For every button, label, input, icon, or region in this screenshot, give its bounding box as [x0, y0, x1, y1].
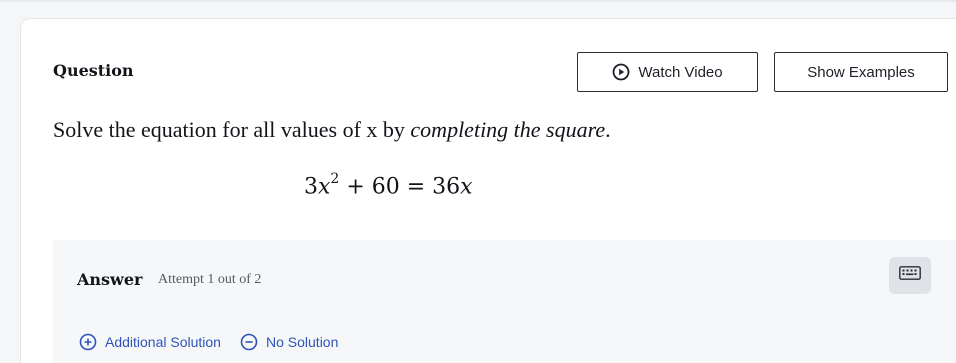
question-prompt: Solve the equation for all values of x b… — [53, 117, 611, 143]
answer-heading: Answer — [77, 270, 143, 289]
attempt-counter: Attempt 1 out of 2 — [158, 272, 262, 287]
equation-exponent: 2 — [330, 171, 340, 187]
equation-var2: x — [460, 174, 473, 200]
plus-circle-icon — [79, 333, 97, 351]
minus-circle-icon — [240, 333, 258, 351]
prompt-end: . — [605, 117, 611, 142]
show-examples-button[interactable]: Show Examples — [774, 52, 948, 92]
no-solution-button[interactable]: No Solution — [240, 333, 338, 351]
top-divider — [0, 0, 956, 2]
show-examples-label: Show Examples — [807, 63, 915, 81]
question-card: Question Watch Video Show Examples Solve… — [20, 18, 956, 363]
additional-solution-label: Additional Solution — [105, 334, 221, 350]
prompt-emphasis: completing the square — [410, 117, 606, 142]
prompt-text: Solve the equation for all values of x b… — [53, 117, 411, 142]
keyboard-toggle-button[interactable] — [889, 257, 931, 294]
watch-video-label: Watch Video — [638, 63, 723, 81]
answer-panel: Answer Attempt 1 out of 2 Additional Sol… — [53, 240, 956, 363]
equation-coef: 3 — [304, 174, 318, 200]
question-heading: Question — [53, 61, 134, 80]
watch-video-button[interactable]: Watch Video — [577, 52, 758, 92]
equation-var: x — [318, 174, 331, 200]
keyboard-icon — [899, 266, 921, 285]
equation: 3x2 + 60 = 36x — [304, 171, 473, 200]
play-circle-icon — [612, 63, 630, 81]
additional-solution-button[interactable]: Additional Solution — [79, 333, 221, 351]
no-solution-label: No Solution — [266, 334, 339, 350]
equation-rest: + 60 = 36 — [339, 174, 461, 200]
